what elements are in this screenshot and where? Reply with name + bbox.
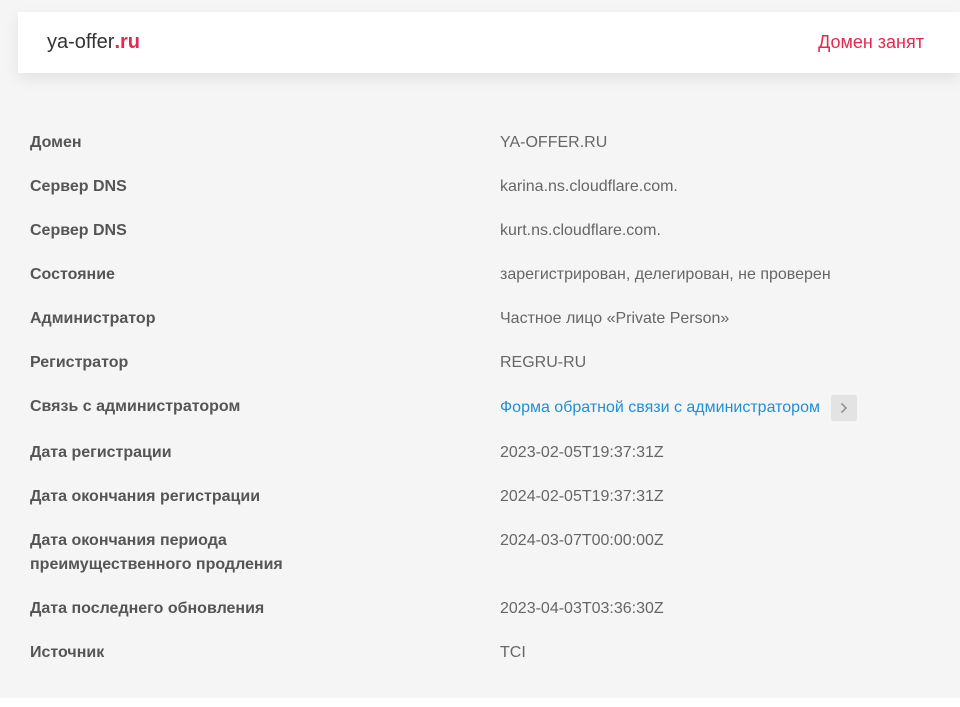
row-value: зарегистрирован, делегирован, не провере… [500,266,831,283]
table-row: Связь с администратором Форма обратной с… [30,395,930,421]
page: ya-offer.ru Домен занят Домен YA-OFFER.R… [0,0,960,698]
chevron-right-icon-svg [840,402,848,414]
row-label: Домен [30,134,82,151]
table-row: Администратор Частное лицо «Private Pers… [30,307,930,331]
table-row: Домен YA-OFFER.RU [30,131,930,155]
table-row: Дата окончания регистрации 2024-02-05T19… [30,485,930,509]
row-label: Дата окончания регистрации [30,488,261,505]
row-label: Состояние [30,266,115,283]
status-badge: Домен занят [818,32,924,52]
table-row: Дата окончания периода преимущественного… [30,529,930,577]
row-value: karina.ns.cloudflare.com. [500,178,678,195]
row-label: Дата последнего обновления [30,600,265,617]
row-value: 2023-02-05T19:37:31Z [500,444,664,461]
whois-table: Домен YA-OFFER.RU Сервер DNS karina.ns.c… [30,131,930,685]
domain-title: ya-offer.ru [47,31,140,54]
table-row: Состояние зарегистрирован, делегирован, … [30,263,930,287]
table-row: Источник TCI [30,641,930,665]
table-row: Дата последнего обновления 2023-04-03T03… [30,597,930,621]
domain-tld: .ru [114,31,141,53]
row-label: Сервер DNS [30,222,127,239]
table-row: Сервер DNS karina.ns.cloudflare.com. [30,175,930,199]
row-value: 2024-02-05T19:37:31Z [500,488,664,505]
row-value: 2023-04-03T03:36:30Z [500,600,664,617]
row-value: Частное лицо «Private Person» [500,310,730,327]
chevron-right-icon[interactable] [830,395,857,421]
row-label: Связь с администратором [30,398,241,415]
domain-header: ya-offer.ru Домен занят [18,12,960,73]
row-label: Источник [30,644,105,661]
row-value: REGRU-RU [500,354,587,371]
row-value: 2024-03-07T00:00:00Z [500,532,664,549]
contact-admin-link[interactable]: Форма обратной связи с администратором [500,396,820,420]
row-label: Регистратор [30,354,129,371]
row-value: YA-OFFER.RU [500,134,608,151]
table-row: Регистратор REGRU-RU [30,351,930,375]
table-row: Сервер DNS kurt.ns.cloudflare.com. [30,219,930,243]
table-row: Дата регистрации 2023-02-05T19:37:31Z [30,441,930,465]
row-label: Сервер DNS [30,178,127,195]
row-value: kurt.ns.cloudflare.com. [500,222,661,239]
row-label: Дата регистрации [30,444,172,461]
domain-base: ya-offer [47,31,115,53]
row-value: TCI [500,644,526,661]
row-label: Дата окончания периода преимущественного… [30,532,283,573]
row-label: Администратор [30,310,156,327]
contact-admin-cell: Форма обратной связи с администратором [500,395,930,421]
